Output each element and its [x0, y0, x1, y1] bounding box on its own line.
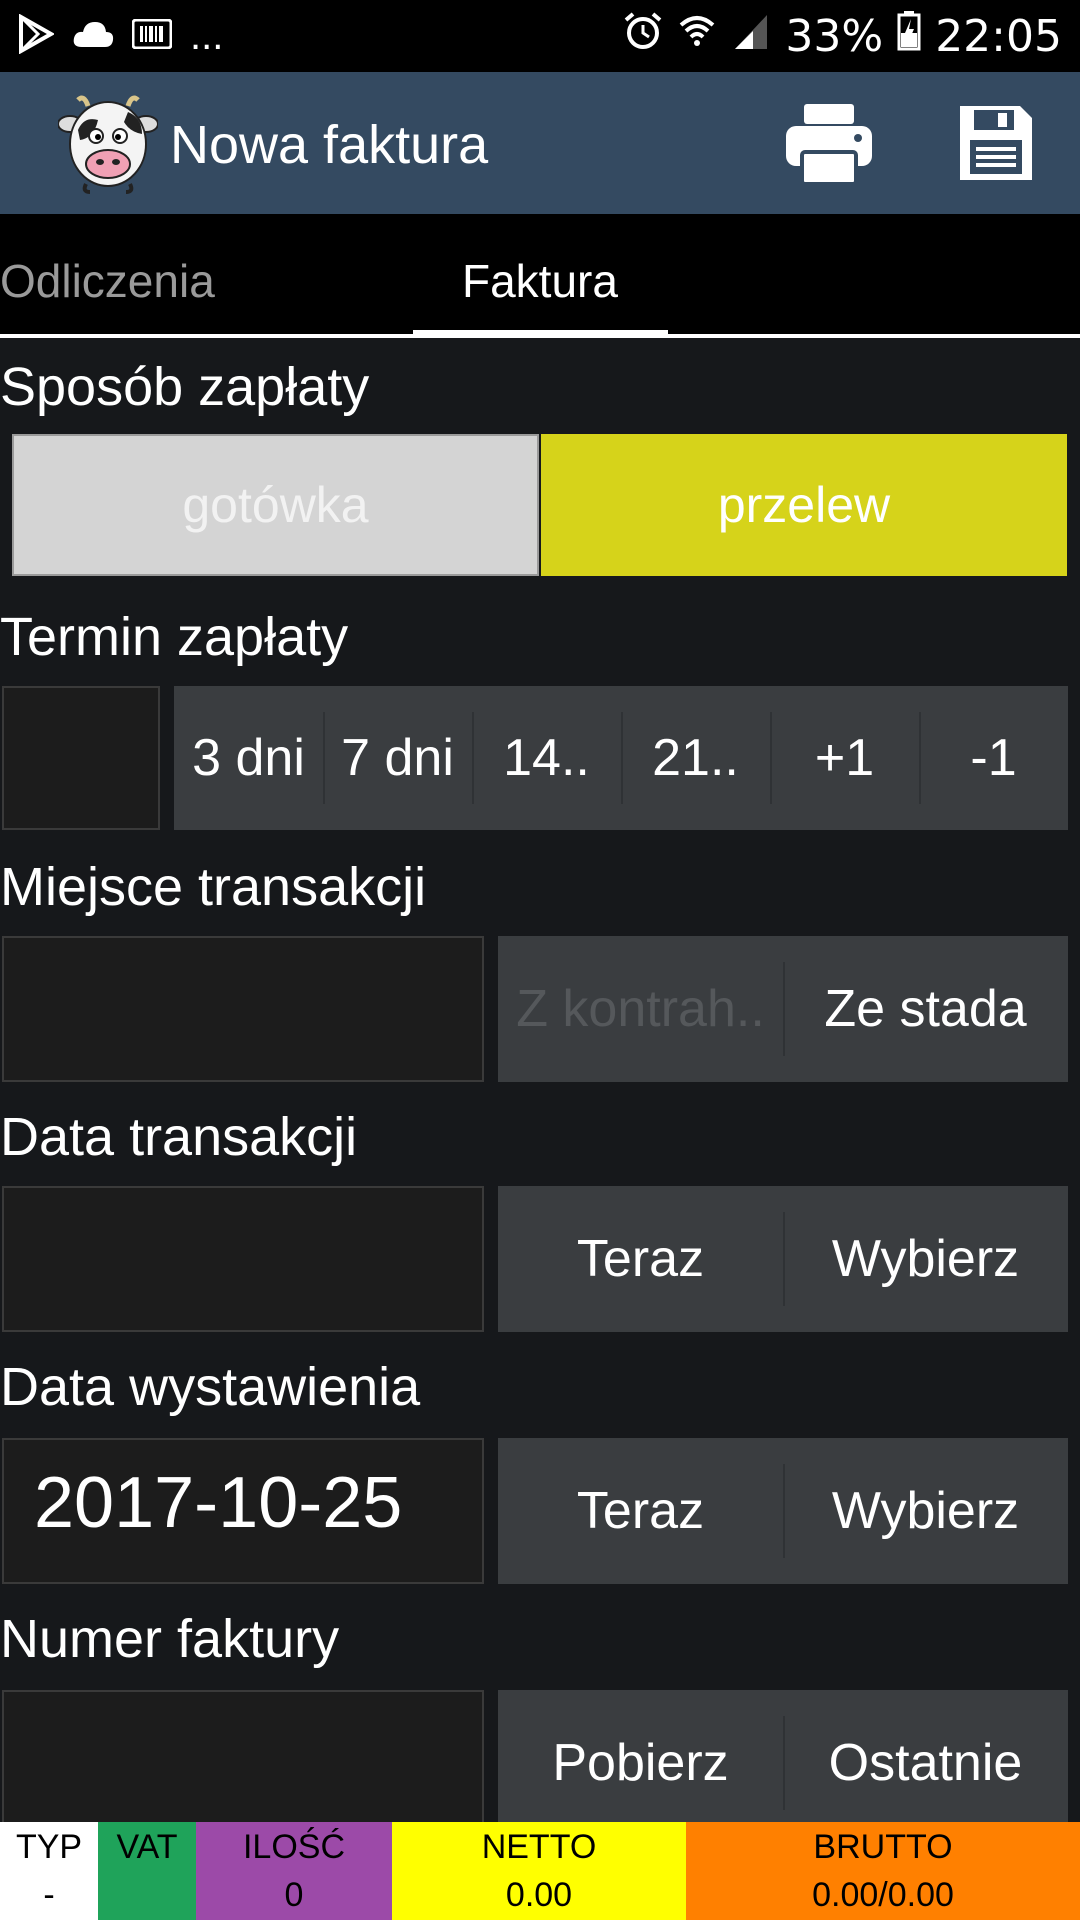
invoice-number-buttons: Pobierz Ostatnie — [498, 1690, 1068, 1836]
transaction-date-pick-button[interactable]: Wybierz — [783, 1186, 1068, 1332]
cloud-icon — [72, 19, 114, 54]
summary-netto-value: 0.00 — [505, 1876, 573, 1914]
print-button[interactable] — [784, 102, 874, 186]
barcode-card-icon — [131, 18, 173, 54]
summary-vat: VAT — [98, 1822, 196, 1920]
payment-term-input[interactable] — [2, 686, 160, 830]
more-notifications: ... — [190, 14, 224, 58]
tab-divider — [0, 334, 1080, 338]
payment-transfer-option[interactable]: przelew — [541, 434, 1067, 576]
from-contractor-button[interactable]: Z kontrah.. — [498, 936, 783, 1082]
battery-icon — [897, 10, 921, 62]
tab-faktura[interactable]: Faktura — [462, 254, 618, 308]
fetch-number-button[interactable]: Pobierz — [498, 1690, 783, 1836]
cow-logo-icon — [57, 94, 159, 194]
transaction-date-now-button[interactable]: Teraz — [498, 1186, 783, 1332]
issue-date-buttons: Teraz Wybierz — [498, 1438, 1068, 1584]
term-14-days-button[interactable]: 14.. — [472, 686, 621, 830]
save-button[interactable] — [958, 104, 1034, 182]
transaction-place-buttons: Z kontrah.. Ze stada — [498, 936, 1068, 1082]
wifi-icon — [677, 11, 717, 62]
summary-ilosc-label: ILOŚĆ — [242, 1828, 346, 1866]
payment-method-label: Sposób zapłaty — [0, 357, 370, 417]
issue-date-input[interactable]: 2017-10-25 — [2, 1438, 484, 1584]
play-store-icon — [18, 13, 56, 59]
term-21-days-button[interactable]: 21.. — [621, 686, 770, 830]
term-3-days-button[interactable]: 3 dni — [174, 686, 323, 830]
tab-odliczenia[interactable]: Odliczenia — [0, 254, 215, 308]
issue-date-label: Data wystawienia — [0, 1357, 421, 1417]
summary-typ-label: TYP — [15, 1828, 83, 1866]
last-number-button[interactable]: Ostatnie — [783, 1690, 1068, 1836]
transaction-date-buttons: Teraz Wybierz — [498, 1186, 1068, 1332]
summary-bar: TYP - VAT ILOŚĆ 0 NETTO 0.00 BRUTTO 0.00… — [0, 1822, 1080, 1920]
summary-ilosc-value: 0 — [284, 1876, 304, 1914]
clock: 22:05 — [935, 10, 1062, 62]
transaction-date-label: Data transakcji — [0, 1107, 358, 1167]
transaction-date-input[interactable] — [2, 1186, 484, 1332]
payment-term-label: Termin zapłaty — [0, 607, 349, 667]
invoice-number-input[interactable] — [2, 1690, 484, 1836]
alarm-icon — [623, 11, 663, 62]
payment-cash-option[interactable]: gotówka — [12, 434, 539, 576]
floppy-disk-icon — [960, 106, 1032, 180]
print-icon — [786, 104, 872, 186]
summary-typ-value: - — [43, 1876, 55, 1914]
transaction-place-label: Miejsce transakcji — [0, 857, 427, 917]
summary-typ: TYP - — [0, 1822, 98, 1920]
issue-date-value: 2017-10-25 — [34, 1463, 403, 1543]
transaction-place-input[interactable] — [2, 936, 484, 1082]
summary-netto-label: NETTO — [481, 1828, 597, 1866]
summary-netto: NETTO 0.00 — [392, 1822, 686, 1920]
invoice-number-label: Numer faktury — [0, 1609, 340, 1669]
summary-vat-label: VAT — [116, 1828, 178, 1866]
term-7-days-button[interactable]: 7 dni — [323, 686, 472, 830]
summary-brutto: BRUTTO 0.00/0.00 — [686, 1822, 1080, 1920]
status-bar: ... 33% 22:05 — [0, 0, 1080, 72]
issue-date-now-button[interactable]: Teraz — [498, 1438, 783, 1584]
summary-brutto-value: 0.00/0.00 — [812, 1876, 954, 1914]
app-bar: Nowa faktura — [0, 72, 1080, 216]
tab-bar: Odliczenia Faktura — [0, 214, 1080, 338]
term-plus-one-button[interactable]: +1 — [770, 686, 919, 830]
signal-icon — [731, 11, 771, 62]
from-herd-button[interactable]: Ze stada — [783, 936, 1068, 1082]
summary-ilosc: ILOŚĆ 0 — [196, 1822, 392, 1920]
page-title: Nowa faktura — [170, 115, 489, 175]
term-minus-one-button[interactable]: -1 — [919, 686, 1068, 830]
summary-brutto-label: BRUTTO — [813, 1828, 953, 1866]
payment-term-buttons: 3 dni 7 dni 14.. 21.. +1 -1 — [174, 686, 1068, 830]
issue-date-pick-button[interactable]: Wybierz — [783, 1438, 1068, 1584]
battery-percentage: 33% — [785, 10, 884, 62]
